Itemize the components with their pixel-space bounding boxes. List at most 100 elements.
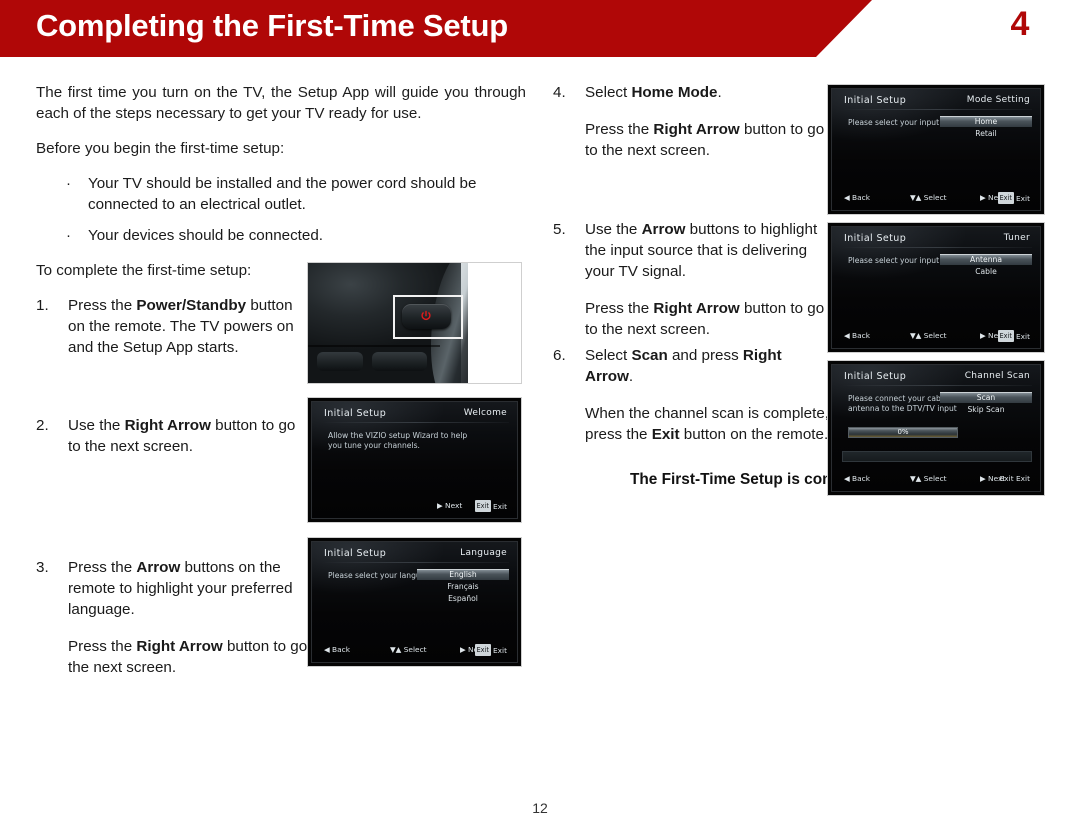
step-2-number: 2. <box>36 417 49 434</box>
tv-screen-language: Initial Setup Language Please select you… <box>307 537 522 667</box>
tv-option-list: English Français Español <box>417 569 509 605</box>
next-arrow-icon: ▶ <box>980 193 986 202</box>
exit-key-icon: Exit <box>997 330 1014 342</box>
tv-footer-exit[interactable]: Exit Exit <box>1000 473 1030 485</box>
back-arrow-icon: ◀ <box>844 474 850 483</box>
tv-footer-select[interactable]: ▼▲ Select <box>910 192 947 204</box>
tv-footer-select[interactable]: ▼▲ Select <box>910 473 947 485</box>
step-5-subtext: Press the Right Arrow button to go to th… <box>585 300 825 338</box>
tv-divider <box>842 109 1032 110</box>
tv-footer-select[interactable]: ▼▲ Select <box>910 330 947 342</box>
tv-option-antenna[interactable]: Antenna <box>940 254 1032 265</box>
tv-option-list: Home Retail <box>940 116 1032 140</box>
step-1-text: Press the Power/Standby button on the re… <box>68 297 294 356</box>
scan-progress-value: 0% <box>897 428 909 436</box>
step-2-text: Use the Right Arrow button to go to the … <box>68 417 296 455</box>
tv-title: Initial Setup <box>324 548 387 559</box>
bullet-text: Your devices should be connected. <box>88 227 324 244</box>
step-4-number: 4. <box>553 84 566 101</box>
page-number: 12 <box>532 800 548 816</box>
back-arrow-icon: ◀ <box>844 331 850 340</box>
tv-footer-back[interactable]: ◀ Back <box>844 330 870 342</box>
step-5-text: Use the Arrow buttons to highlight the i… <box>585 221 818 280</box>
exit-key-icon: Exit <box>997 192 1014 204</box>
tv-section-label: Language <box>460 548 507 558</box>
page-header: Completing the First-Time Setup 4 <box>0 0 1080 57</box>
tv-title: Initial Setup <box>324 408 387 419</box>
remote-power-button-photo <box>307 262 522 384</box>
updown-arrow-icon: ▼▲ <box>390 645 402 654</box>
remote-seam-line <box>308 344 441 347</box>
tv-footer-exit[interactable]: Exit Exit <box>474 644 507 657</box>
tv-prompt-text: Allow the VIZIO setup Wizard to help you… <box>328 431 468 450</box>
tv-footer-back[interactable]: ◀ Back <box>844 473 870 485</box>
tv-footer-back[interactable]: ◀ Back <box>324 644 350 656</box>
tv-footer: ◀ Back ▼▲ Select ▶ Next Exit Exit <box>832 473 1040 485</box>
photo-white-space <box>467 263 521 383</box>
list-item: · Your devices should be connected. <box>36 225 526 246</box>
exit-key-icon: Exit <box>474 500 491 512</box>
power-button-callout-box <box>393 295 464 339</box>
tv-footer-exit[interactable]: Exit Exit <box>997 330 1030 343</box>
tv-option-skip-scan[interactable]: Skip Scan <box>940 404 1032 415</box>
remote-key <box>371 351 428 371</box>
tv-footer: ▶ Next Exit Exit <box>312 500 517 512</box>
intro-paragraph: The first time you turn on the TV, the S… <box>36 84 526 122</box>
tv-footer-select[interactable]: ▼▲ Select <box>390 644 427 656</box>
tv-option-scan[interactable]: Scan <box>940 392 1032 403</box>
tv-title: Initial Setup <box>844 371 907 382</box>
next-arrow-icon: ▶ <box>437 501 443 510</box>
updown-arrow-icon: ▼▲ <box>910 331 922 340</box>
tv-option-list: Antenna Cable <box>940 254 1032 278</box>
next-arrow-icon: ▶ <box>980 474 986 483</box>
bullet-dot-icon: · <box>66 227 71 244</box>
tv-option-retail[interactable]: Retail <box>940 128 1032 139</box>
tv-footer-next[interactable]: ▶ Next <box>437 500 462 512</box>
bullet-text: Your TV should be installed and the powe… <box>88 175 477 213</box>
step-4-text: Select Home Mode. <box>585 84 722 101</box>
tv-section-label: Channel Scan <box>964 371 1030 381</box>
chapter-number: 4 <box>1010 5 1030 43</box>
tv-screen-welcome: Initial Setup Welcome Allow the VIZIO se… <box>307 397 522 523</box>
tv-title: Initial Setup <box>844 95 907 106</box>
tv-divider <box>842 247 1032 248</box>
tv-screen-surface: Initial Setup Welcome Allow the VIZIO se… <box>311 401 518 519</box>
tv-option-espanol[interactable]: Español <box>417 593 509 604</box>
back-arrow-icon: ◀ <box>844 193 850 202</box>
tv-footer: ◀ Back ▼▲ Select ▶ Next ExitExit <box>312 644 517 656</box>
step-6-text: Select Scan and press Right Arrow. <box>585 347 782 385</box>
tv-divider <box>322 422 509 423</box>
step-4-subtext: Press the Right Arrow button to go to th… <box>585 121 825 159</box>
tv-screen-tuner: Initial Setup Tuner Please select your i… <box>827 222 1045 353</box>
step-6-number: 6. <box>553 347 566 364</box>
tv-option-francais[interactable]: Français <box>417 581 509 592</box>
scan-status-bar <box>842 451 1032 462</box>
next-arrow-icon: ▶ <box>980 331 986 340</box>
step-1-number: 1. <box>36 297 49 314</box>
page-title: Completing the First-Time Setup <box>36 8 509 43</box>
tv-option-english[interactable]: English <box>417 569 509 580</box>
scan-progress-bar: 0% <box>848 427 958 438</box>
prerequisite-bullet-list: · Your TV should be installed and the po… <box>36 173 526 246</box>
tv-footer: ◀ Back ▼▲ Select ▶ Next ExitExit <box>832 330 1040 342</box>
tv-footer-exit[interactable]: Exit Exit <box>474 500 507 513</box>
remote-key <box>316 351 364 371</box>
tv-section-label: Tuner <box>1003 233 1030 243</box>
tv-screen-surface: Initial Setup Language Please select you… <box>311 541 518 663</box>
tv-section-label: Mode Setting <box>966 95 1030 105</box>
tv-divider <box>842 385 1032 386</box>
tv-option-cable[interactable]: Cable <box>940 266 1032 277</box>
step-3-number: 3. <box>36 559 49 576</box>
step-3-subtext: Press the Right Arrow button to go to th… <box>68 638 325 676</box>
tv-footer-exit[interactable]: Exit Exit <box>997 192 1030 205</box>
tv-title: Initial Setup <box>844 233 907 244</box>
updown-arrow-icon: ▼▲ <box>910 193 922 202</box>
step-6-subtext: When the channel scan is complete, press… <box>585 405 829 443</box>
tv-screen-surface: Initial Setup Mode Setting Please select… <box>831 88 1041 211</box>
tv-divider <box>322 562 509 563</box>
tv-screen-surface: Initial Setup Channel Scan Please connec… <box>831 364 1041 492</box>
tv-screen-mode-setting: Initial Setup Mode Setting Please select… <box>827 84 1045 215</box>
next-arrow-icon: ▶ <box>460 645 466 654</box>
tv-option-home[interactable]: Home <box>940 116 1032 127</box>
tv-footer-back[interactable]: ◀ Back <box>844 192 870 204</box>
